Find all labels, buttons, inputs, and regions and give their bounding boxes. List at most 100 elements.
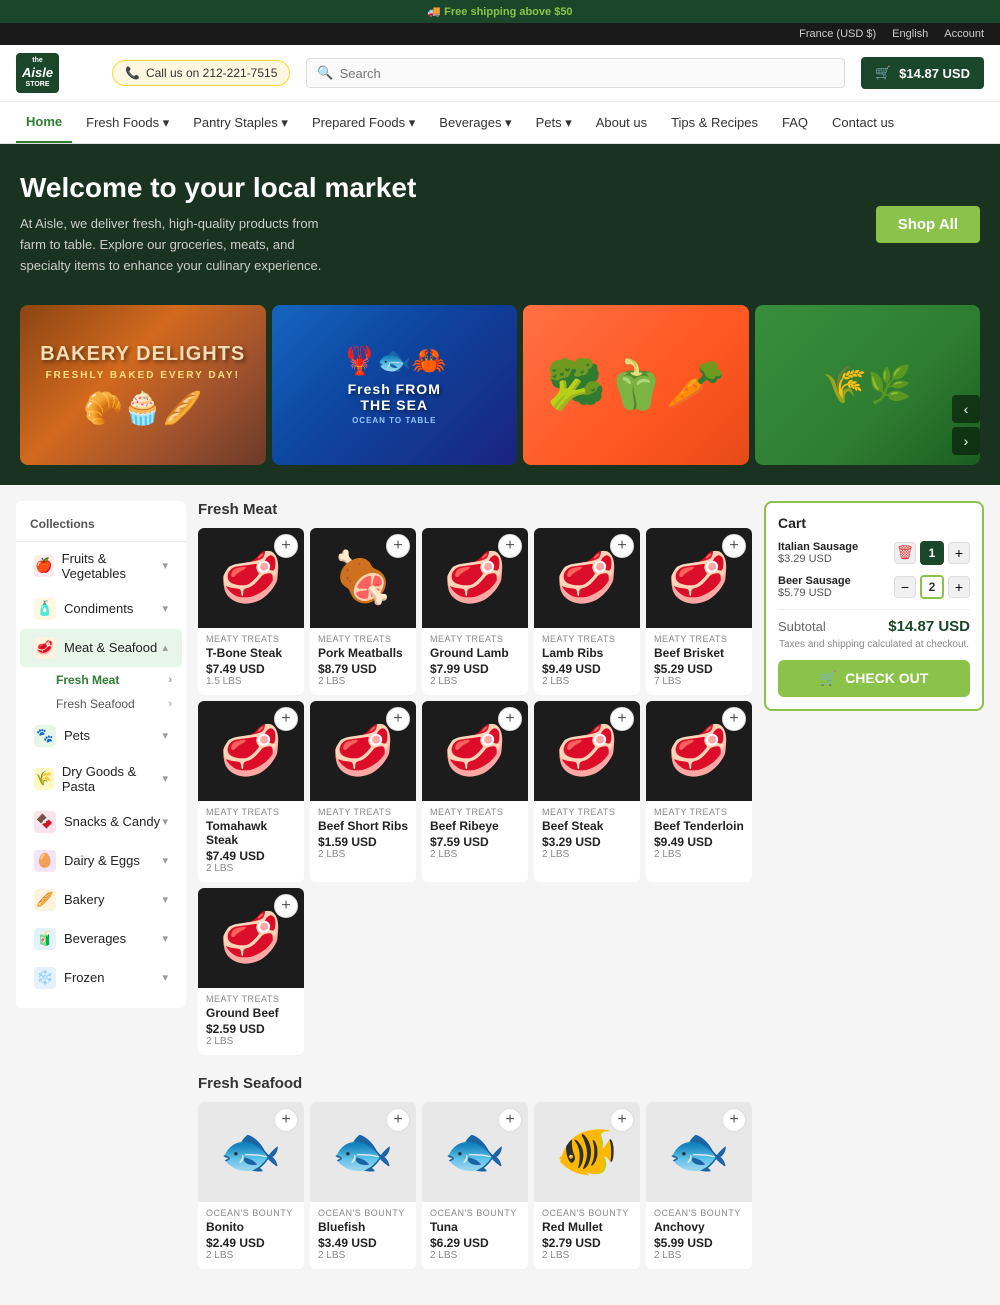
short-ribs-brand: MEATY TREATS (318, 807, 408, 817)
sidebar-item-beverages[interactable]: 🧃 Beverages ▾ (20, 920, 182, 958)
product-tbone[interactable]: 🥩 + MEATY TREATS T-Bone Steak $7.49 USD … (198, 528, 304, 695)
carousel-controls: ‹ › (952, 395, 980, 455)
banner-sea[interactable]: 🦞🐟🦀 Fresh FROMTHE SEA OCEAN TO TABLE (272, 305, 518, 465)
fruits-chevron: ▾ (162, 559, 168, 572)
meat-label: Meat & Seafood (64, 640, 157, 655)
sub-item-fresh-seafood[interactable]: Fresh Seafood › (16, 692, 186, 716)
add-tomahawk-btn[interactable]: + (274, 707, 298, 731)
sidebar-item-dairy[interactable]: 🥚 Dairy & Eggs ▾ (20, 842, 182, 880)
add-red-mullet-btn[interactable]: + (610, 1108, 634, 1132)
search-box[interactable]: 🔍 (306, 58, 845, 88)
add-tenderloin-btn[interactable]: + (722, 707, 746, 731)
sidebar-item-pets[interactable]: 🐾 Pets ▾ (20, 717, 182, 755)
product-red-mullet[interactable]: 🐠 + OCEAN'S BOUNTY Red Mullet $2.79 USD … (534, 1102, 640, 1269)
remove-italian-sausage-btn[interactable]: 🗑 (894, 542, 916, 564)
product-bonito[interactable]: 🐟 + OCEAN'S BOUNTY Bonito $2.49 USD 2 LB… (198, 1102, 304, 1269)
increase-italian-sausage-btn[interactable]: + (948, 542, 970, 564)
carousel-next[interactable]: › (952, 427, 980, 455)
shop-all-button[interactable]: Shop All (876, 206, 980, 243)
add-bonito-btn[interactable]: + (274, 1108, 298, 1132)
nav-pets[interactable]: Pets ▾ (526, 103, 582, 143)
add-bluefish-btn[interactable]: + (386, 1108, 410, 1132)
italian-sausage-name: Italian Sausage (778, 541, 858, 553)
add-beef-steak-btn[interactable]: + (610, 707, 634, 731)
sidebar-item-condiments[interactable]: 🧴 Condiments ▾ (20, 590, 182, 628)
sidebar-item-fruits[interactable]: 🍎 Fruits & Vegetables ▾ (20, 543, 182, 589)
subtotal-amount: $14.87 USD (888, 618, 970, 635)
add-brisket-btn[interactable]: + (722, 534, 746, 558)
region-selector[interactable]: France (USD $) (799, 28, 876, 40)
add-meatballs-btn[interactable]: + (386, 534, 410, 558)
product-tenderloin[interactable]: 🥩 + MEATY TREATS Beef Tenderloin $9.49 U… (646, 701, 752, 882)
meatballs-price: $8.79 USD (318, 662, 408, 676)
add-ribeye-btn[interactable]: + (498, 707, 522, 731)
nav-about-us[interactable]: About us (586, 103, 657, 142)
red-mullet-name: Red Mullet (542, 1220, 632, 1234)
phone-badge[interactable]: 📞 Call us on 212-221-7515 (112, 60, 290, 86)
sidebar-item-dry-goods[interactable]: 🌾 Dry Goods & Pasta ▾ (20, 756, 182, 802)
dry-goods-chevron: ▾ (162, 772, 168, 785)
add-ground-beef-btn[interactable]: + (274, 894, 298, 918)
product-beef-steak[interactable]: 🥩 + MEATY TREATS Beef Steak $3.29 USD 2 … (534, 701, 640, 882)
hero-description: At Aisle, we deliver fresh, high-quality… (20, 214, 340, 276)
top-bar-right: France (USD $) English Account (799, 28, 984, 40)
sidebar-item-frozen[interactable]: ❄️ Frozen ▾ (20, 959, 182, 997)
beef-steak-brand: MEATY TREATS (542, 807, 632, 817)
nav-contact[interactable]: Contact us (822, 103, 904, 142)
product-bluefish[interactable]: 🐟 + OCEAN'S BOUNTY Bluefish $3.49 USD 2 … (310, 1102, 416, 1269)
add-tuna-btn[interactable]: + (498, 1108, 522, 1132)
search-icon: 🔍 (317, 65, 333, 81)
add-ground-lamb-btn[interactable]: + (498, 534, 522, 558)
banner-veggie[interactable]: 🥦🫑🥕 (523, 305, 749, 465)
checkout-button[interactable]: 🛒 CHECK OUT (778, 660, 970, 697)
fruits-icon: 🍎 (34, 555, 54, 577)
nav-faq[interactable]: FAQ (772, 103, 818, 142)
frozen-label: Frozen (64, 970, 104, 985)
nav-tips-recipes[interactable]: Tips & Recipes (661, 103, 768, 142)
product-anchovy[interactable]: 🐟 + OCEAN'S BOUNTY Anchovy $5.99 USD 2 L… (646, 1102, 752, 1269)
search-input[interactable] (340, 66, 834, 81)
anchovy-weight: 2 LBS (654, 1250, 744, 1261)
add-anchovy-btn[interactable]: + (722, 1108, 746, 1132)
product-lamb-ribs[interactable]: 🥩 + MEATY TREATS Lamb Ribs $9.49 USD 2 L… (534, 528, 640, 695)
cart-button[interactable]: 🛒 $14.87 USD (861, 57, 984, 89)
banner-field[interactable]: 🌾🌿 (755, 305, 981, 465)
frozen-chevron: ▾ (162, 971, 168, 984)
nav-fresh-foods[interactable]: Fresh Foods ▾ (76, 103, 179, 143)
nav-home[interactable]: Home (16, 102, 72, 143)
condiments-chevron: ▾ (162, 602, 168, 615)
increase-beer-sausage-btn[interactable]: + (948, 576, 970, 598)
carousel-prev[interactable]: ‹ (952, 395, 980, 423)
sidebar-item-meat[interactable]: 🥩 Meat & Seafood ▴ (20, 629, 182, 667)
add-short-ribs-btn[interactable]: + (386, 707, 410, 731)
nav-pantry-staples[interactable]: Pantry Staples ▾ (183, 103, 298, 143)
product-tuna[interactable]: 🐟 + OCEAN'S BOUNTY Tuna $6.29 USD 2 LBS (422, 1102, 528, 1269)
sidebar-item-snacks[interactable]: 🍫 Snacks & Candy ▾ (20, 803, 182, 841)
free-shipping-text: 🚚 Free shipping above $50 (427, 6, 572, 18)
tenderloin-weight: 2 LBS (654, 849, 744, 860)
lamb-ribs-weight: 2 LBS (542, 676, 632, 687)
banner-sea-title: Fresh FROMTHE SEA (342, 381, 447, 413)
nav-beverages[interactable]: Beverages ▾ (429, 103, 521, 143)
beverages-chevron: ▾ (162, 932, 168, 945)
sub-item-fresh-meat[interactable]: Fresh Meat › (16, 668, 186, 692)
language-selector[interactable]: English (892, 28, 928, 40)
decrease-beer-sausage-btn[interactable]: − (894, 576, 916, 598)
brisket-weight: 7 LBS (654, 676, 744, 687)
product-ground-beef[interactable]: 🥩 + MEATY TREATS Ground Beef $2.59 USD 2… (198, 888, 304, 1055)
product-meatballs[interactable]: 🍖 + MEATY TREATS Pork Meatballs $8.79 US… (310, 528, 416, 695)
account-link[interactable]: Account (944, 28, 984, 40)
banner-bakery[interactable]: BAKERY DELIGHTS FRESHLY BAKED EVERY DAY!… (20, 305, 266, 465)
product-tomahawk[interactable]: 🥩 + MEATY TREATS Tomahawk Steak $7.49 US… (198, 701, 304, 882)
product-beef-brisket[interactable]: 🥩 + MEATY TREATS Beef Brisket $5.29 USD … (646, 528, 752, 695)
fresh-meat-title: Fresh Meat (198, 501, 752, 518)
sidebar-item-bakery[interactable]: 🥖 Bakery ▾ (20, 881, 182, 919)
logo[interactable]: the Aisle STORE (16, 53, 96, 93)
product-ribeye[interactable]: 🥩 + MEATY TREATS Beef Ribeye $7.59 USD 2… (422, 701, 528, 882)
product-ground-lamb[interactable]: 🥩 + MEATY TREATS Ground Lamb $7.99 USD 2… (422, 528, 528, 695)
product-short-ribs[interactable]: 🥩 + MEATY TREATS Beef Short Ribs $1.59 U… (310, 701, 416, 882)
add-lamb-ribs-btn[interactable]: + (610, 534, 634, 558)
dairy-chevron: ▾ (162, 854, 168, 867)
add-tbone-btn[interactable]: + (274, 534, 298, 558)
nav-prepared-foods[interactable]: Prepared Foods ▾ (302, 103, 425, 143)
